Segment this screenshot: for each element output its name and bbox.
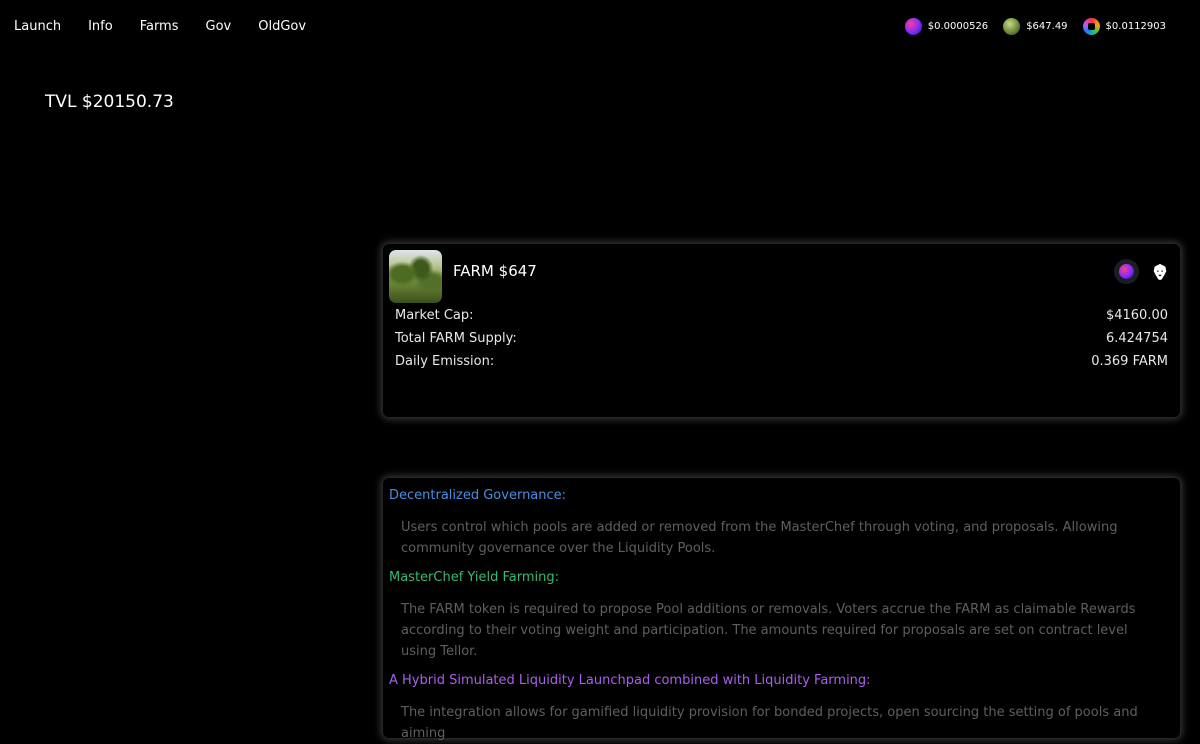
section-text-launchpad: The integration allows for gamified liqu…: [401, 705, 1138, 741]
nav-link-gov[interactable]: Gov: [206, 19, 232, 34]
card-icons: [1106, 259, 1172, 284]
section-text-governance: Users control which pools are added or r…: [401, 520, 1118, 556]
pulse-coin-icon: [904, 18, 922, 35]
price-pulse-value: $0.0000526: [927, 21, 989, 32]
stat-value: $4160.00: [1105, 308, 1168, 323]
price-pulse[interactable]: $0.0000526: [904, 18, 989, 35]
nav-link-farms[interactable]: Farms: [140, 19, 179, 34]
top-nav: Launch Info Farms Gov OldGov $0.0000526 …: [0, 0, 1200, 54]
stat-label: Market Cap:: [395, 308, 474, 323]
farm-token-image: [389, 250, 442, 303]
farm-coin-icon: [1003, 18, 1021, 35]
section-heading-governance: Decentralized Governance:: [389, 488, 567, 503]
stat-market-cap: Market Cap: $4160.00: [395, 304, 1168, 327]
stat-value: 0.369 FARM: [1091, 354, 1168, 369]
section-heading-masterchef: MasterChef Yield Farming:: [389, 570, 560, 585]
price-hex[interactable]: $0.0112903: [1082, 18, 1166, 35]
farm-token-card: FARM $647 Market Cap: $4160.00 Total FAR…: [383, 244, 1180, 417]
pulsechain-icon[interactable]: [1114, 259, 1139, 284]
stat-value: 6.424754: [1105, 331, 1168, 346]
price-hex-value: $0.0112903: [1105, 21, 1166, 32]
nav-link-oldgov[interactable]: OldGov: [258, 19, 306, 34]
stat-label: Daily Emission:: [395, 354, 495, 369]
price-farm-value: $647.49: [1026, 21, 1068, 32]
stat-label: Total FARM Supply:: [395, 331, 517, 346]
section-text-masterchef: The FARM token is required to propose Po…: [401, 602, 1136, 659]
farm-stats: Market Cap: $4160.00 Total FARM Supply: …: [395, 304, 1168, 373]
section-heading-launchpad: A Hybrid Simulated Liquidity Launchpad c…: [389, 673, 871, 688]
hex-coin-icon: [1082, 18, 1100, 35]
lion-icon[interactable]: [1147, 259, 1172, 284]
info-card: Decentralized Governance: Users control …: [383, 478, 1180, 741]
stat-total-supply: Total FARM Supply: 6.424754: [395, 327, 1168, 350]
nav-link-launch[interactable]: Launch: [14, 19, 61, 34]
price-farm[interactable]: $647.49: [1003, 18, 1068, 35]
farm-title: FARM $647: [453, 262, 537, 280]
nav-link-info[interactable]: Info: [88, 19, 113, 34]
price-ticker: $0.0000526 $647.49 $0.0112903: [890, 18, 1166, 35]
tvl-value: TVL $20150.73: [45, 92, 174, 112]
stat-daily-emission: Daily Emission: 0.369 FARM: [395, 350, 1168, 373]
nav-links: Launch Info Farms Gov OldGov: [14, 19, 333, 34]
